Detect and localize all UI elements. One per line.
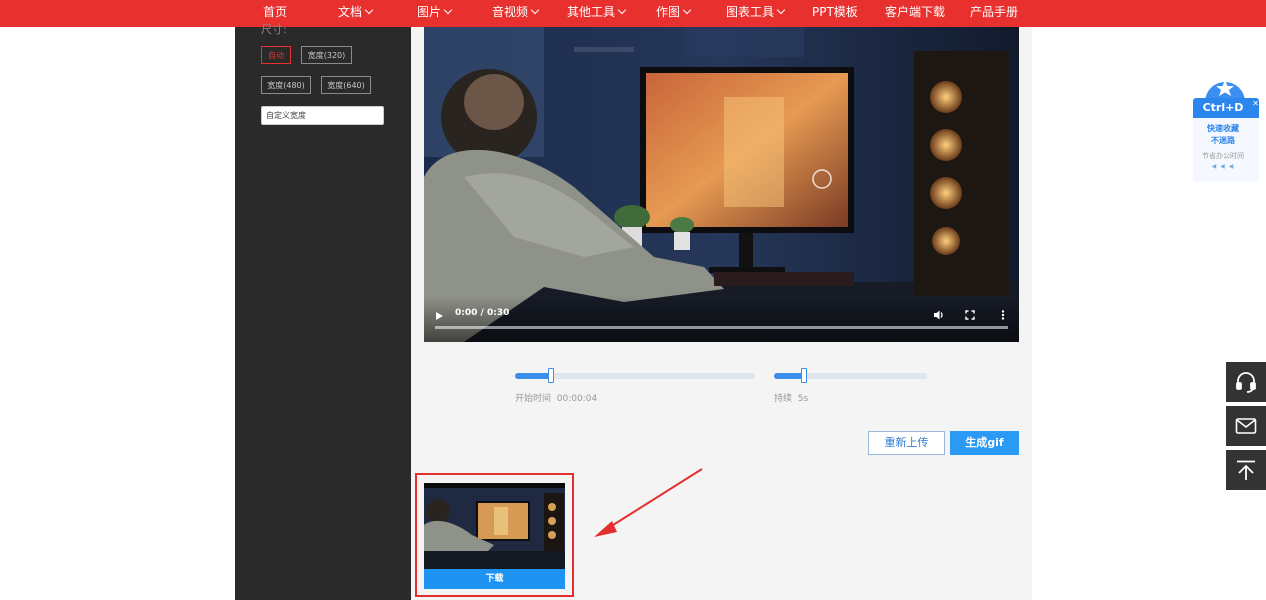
start-time-caption: 开始时间: [515, 394, 552, 404]
mail-button[interactable]: [1226, 406, 1266, 446]
annotation-arrow-icon: [594, 468, 703, 537]
chevron-down-icon: [682, 5, 692, 15]
close-icon[interactable]: ✕: [1252, 100, 1259, 108]
favorite-line-1: 快速收藏: [1207, 124, 1239, 133]
chevron-down-icon: [443, 5, 453, 15]
chevron-down-icon: [617, 5, 627, 15]
video-controls: 0:00 / 0:30: [424, 296, 1019, 342]
duration-slider[interactable]: [774, 368, 927, 383]
chevron-down-icon: [530, 5, 540, 15]
favorite-card: 快速收藏 不迷路 节省办公时间 ◀ ◀ ◀: [1193, 118, 1259, 182]
nav-item-images[interactable]: 图片: [417, 0, 453, 27]
start-time-slider-fill: [515, 373, 551, 379]
favorite-shortcut-bar: Ctrl+D ✕: [1193, 98, 1259, 118]
size-option-320[interactable]: 宽度(320): [301, 46, 352, 64]
nav-item-drawing[interactable]: 作图: [656, 0, 692, 27]
duration-slider-fill: [774, 373, 804, 379]
customer-service-icon: [1236, 372, 1256, 393]
nav-label: 图片: [417, 5, 442, 19]
mail-icon: [1235, 418, 1257, 434]
nav-label: 作图: [656, 5, 681, 19]
play-icon[interactable]: [436, 312, 443, 320]
duration-value: 5s: [797, 394, 809, 404]
nav-label: 音视频: [492, 5, 529, 19]
video-time: 0:00 / 0:30: [455, 308, 510, 318]
gif-thumbnail[interactable]: [424, 483, 565, 569]
more-vertical-icon[interactable]: [996, 307, 1010, 321]
top-nav: 首页 文档 图片 音视频 其他工具 作图 图表工具 PPT模板 客户端下载 产品…: [0, 0, 1266, 27]
favorite-shortcut: Ctrl+D: [1202, 101, 1244, 114]
download-button[interactable]: 下载: [424, 569, 565, 589]
nav-label: 图表工具: [726, 5, 775, 19]
nav-item-other-tools[interactable]: 其他工具: [567, 0, 627, 27]
nav-item-client-download[interactable]: 客户端下载: [885, 0, 945, 27]
duration-caption: 持续: [774, 394, 793, 404]
volume-icon[interactable]: [932, 307, 946, 321]
video-progress-bar[interactable]: [435, 326, 1008, 329]
gif-result-highlight: 下载: [415, 473, 574, 597]
nav-label: 文档: [338, 5, 363, 19]
nav-label: 其他工具: [567, 5, 616, 19]
generate-gif-button[interactable]: 生成gif: [950, 431, 1019, 455]
nav-label: 产品手册: [970, 5, 1019, 19]
favorite-tip: 节省办公时间: [1202, 152, 1244, 160]
main-content: 0:00 / 0:30 开始时间 00:00:04 持续 5s 重新上传 生成g…: [411, 27, 1032, 600]
chevron-down-icon: [364, 5, 374, 15]
nav-item-docs[interactable]: 文档: [338, 0, 374, 27]
annotation-arrow: [996, 492, 1026, 493]
fullscreen-icon[interactable]: [963, 307, 977, 321]
start-time-slider[interactable]: [515, 368, 755, 383]
start-time-slider-thumb[interactable]: [548, 368, 554, 383]
video-frame-image: [424, 27, 1019, 342]
custom-width-input[interactable]: [261, 106, 384, 125]
nav-item-audio-video[interactable]: 音视频: [492, 0, 540, 27]
favorite-line-2: 不迷路: [1211, 136, 1235, 145]
nav-item-chart-tools[interactable]: 图表工具: [726, 0, 786, 27]
duration-slider-thumb[interactable]: [801, 368, 807, 383]
nav-item-ppt-templates[interactable]: PPT模板: [812, 0, 858, 27]
customer-service-button[interactable]: [1226, 362, 1266, 402]
nav-label: PPT模板: [812, 5, 858, 19]
favorite-widget[interactable]: Ctrl+D ✕ 快速收藏 不迷路 节省办公时间 ◀ ◀ ◀: [1193, 74, 1259, 182]
size-option-480[interactable]: 宽度(480): [261, 76, 311, 94]
reupload-button[interactable]: 重新上传: [868, 431, 945, 455]
size-label: 尺寸:: [261, 23, 287, 36]
duration-label: 持续 5s: [774, 391, 808, 404]
nav-item-product-manual[interactable]: 产品手册: [970, 0, 1018, 27]
start-time-value: 00:00:04: [556, 394, 598, 404]
nav-label: 客户端下载: [885, 5, 946, 19]
gif-thumbnail-image: [424, 483, 565, 569]
size-option-640[interactable]: 宽度(640): [321, 76, 371, 94]
back-to-top-button[interactable]: [1226, 450, 1266, 490]
settings-panel: 尺寸: 自动 宽度(320) 宽度(480) 宽度(640): [235, 23, 411, 600]
chevron-down-icon: [776, 5, 786, 15]
video-player[interactable]: 0:00 / 0:30: [424, 27, 1019, 342]
nav-label: 首页: [263, 5, 288, 19]
start-time-label: 开始时间 00:00:04: [515, 391, 597, 404]
favorite-dots: ◀ ◀ ◀: [1211, 163, 1235, 170]
size-option-auto[interactable]: 自动: [261, 46, 291, 64]
back-to-top-icon: [1237, 460, 1255, 480]
